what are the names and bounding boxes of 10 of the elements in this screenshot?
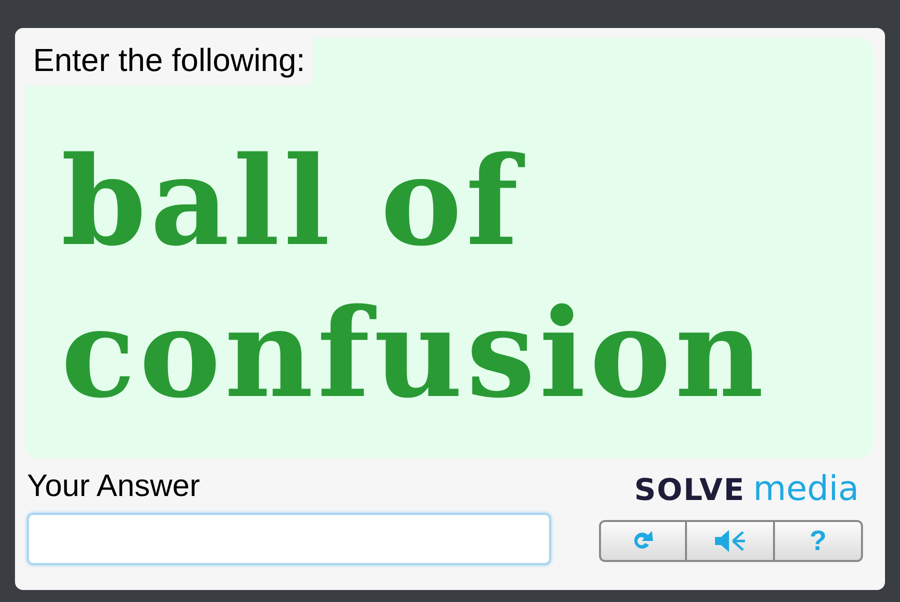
solve-media-logo: SOLVE media — [634, 472, 860, 506]
prompt-text: Enter the following: — [25, 38, 314, 86]
answer-label: Your Answer — [27, 470, 200, 501]
reload-button[interactable] — [599, 520, 687, 562]
answer-field[interactable] — [27, 513, 551, 565]
challenge-text: ball of — [61, 126, 768, 276]
audio-button[interactable] — [687, 520, 775, 562]
speaker-icon — [713, 528, 747, 554]
help-button[interactable]: ? — [775, 520, 863, 562]
challenge-text: confusion — [61, 280, 768, 427]
